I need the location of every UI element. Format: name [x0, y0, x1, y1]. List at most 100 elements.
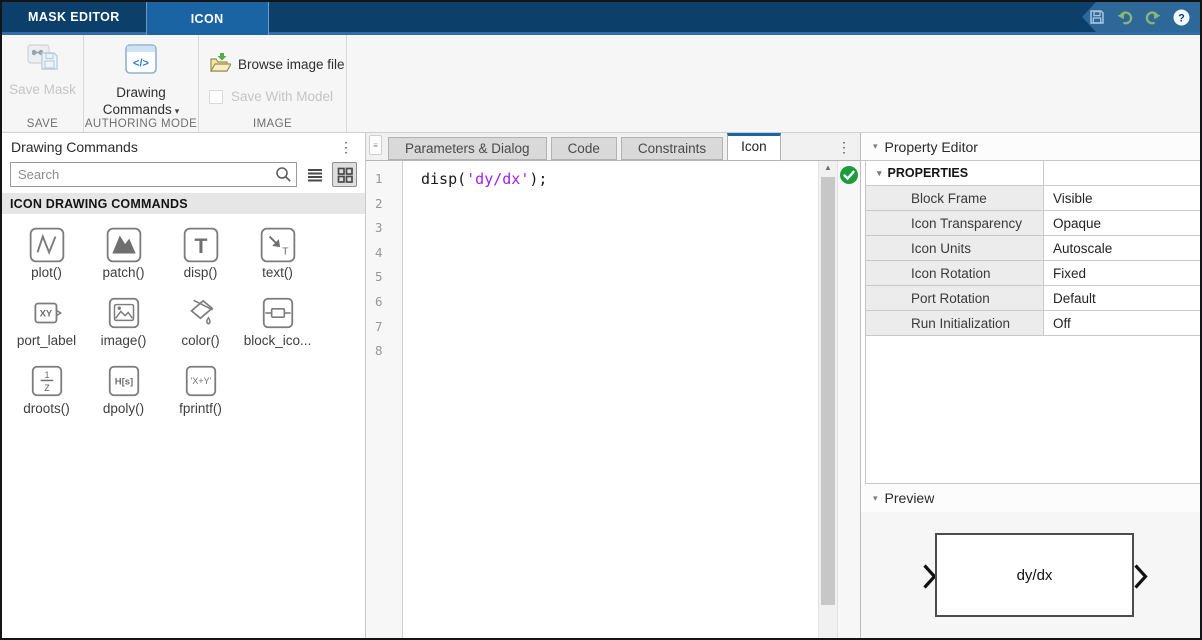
command-fprintf[interactable]: 'X+Y' fprintf(): [162, 362, 239, 416]
property-row-icon-rotation: Icon Rotation Fixed: [866, 261, 1200, 286]
properties-group-label: PROPERTIES: [888, 166, 969, 180]
tab-mask-editor[interactable]: MASK EDITOR: [2, 2, 146, 32]
fprintf-icon: 'X+Y': [182, 362, 220, 400]
svg-text:T: T: [282, 246, 289, 258]
save-mask-button[interactable]: Save Mask: [9, 43, 76, 97]
scrollbar-thumb[interactable]: [821, 177, 835, 605]
scroll-up-icon[interactable]: ▲: [819, 163, 837, 172]
mask-editor-window: MASK EDITOR ICON: [0, 0, 1202, 640]
collapse-triangle-icon: ▾: [877, 168, 882, 179]
property-row-block-frame: Block Frame Visible: [866, 186, 1200, 211]
icon-drawing-commands-header: ICON DRAWING COMMANDS: [2, 193, 365, 214]
collapse-triangle-icon: ▾: [873, 141, 878, 152]
property-editor-panel: ▾ Property Editor ▾ PROPERTIES Block Fra…: [860, 133, 1200, 638]
collapse-triangle-icon: ▾: [873, 493, 878, 504]
color-icon: [182, 294, 220, 332]
command-color[interactable]: color(): [162, 294, 239, 348]
tab-grip-icon[interactable]: ≡: [369, 135, 382, 155]
editor-tabbar: ≡ Parameters & Dialog Code Constraints I…: [366, 133, 860, 161]
save-mask-label: Save Mask: [9, 82, 76, 97]
svg-text:z: z: [44, 381, 50, 394]
svg-text:1: 1: [44, 370, 49, 381]
preview-block: dy/dx: [935, 533, 1134, 617]
preview-canvas: dy/dx: [861, 512, 1200, 638]
property-value[interactable]: Fixed: [1044, 261, 1200, 286]
ribbon: Save Mask SAVE </> Drawing Commands▾ AUT: [2, 35, 1200, 133]
section-label-save: SAVE: [2, 118, 83, 130]
tab-parameters-dialog[interactable]: Parameters & Dialog: [388, 137, 547, 160]
icon-code-editor-panel: ≡ Parameters & Dialog Code Constraints I…: [366, 133, 860, 638]
vertical-scrollbar[interactable]: ▲: [818, 161, 837, 638]
command-disp[interactable]: T disp(): [162, 226, 239, 280]
command-text[interactable]: T text(): [239, 226, 316, 280]
titlebar: MASK EDITOR ICON: [2, 2, 1200, 32]
tab-icon-editor[interactable]: Icon: [727, 133, 781, 161]
preview-header[interactable]: ▾ Preview: [861, 484, 1200, 512]
command-image[interactable]: image(): [85, 294, 162, 348]
drawing-commands-panel-title: Drawing Commands: [11, 139, 138, 155]
code-valid-check-icon: [839, 165, 859, 185]
code-editor[interactable]: disp('dy/dx');: [403, 161, 818, 638]
property-value[interactable]: Autoscale: [1044, 236, 1200, 261]
svg-text:'X+Y': 'X+Y': [190, 376, 211, 386]
command-plot[interactable]: plot(): [8, 226, 85, 280]
section-label-image: IMAGE: [199, 118, 346, 130]
grid-view-button[interactable]: [332, 162, 357, 187]
plot-icon: [28, 226, 66, 264]
redo-icon[interactable]: [1144, 8, 1162, 26]
browse-image-file-label: Browse image file: [238, 57, 345, 72]
svg-text:XY: XY: [39, 309, 52, 320]
image-icon: [105, 294, 143, 332]
browse-folder-icon: [209, 52, 231, 76]
block-icon-icon: [259, 294, 297, 332]
property-row-port-rotation: Port Rotation Default: [866, 286, 1200, 311]
property-value[interactable]: Opaque: [1044, 211, 1200, 236]
property-editor-header[interactable]: ▾ Property Editor: [861, 133, 1200, 161]
code-status-gutter: [837, 161, 860, 638]
panel-menu-icon[interactable]: ⋮: [339, 140, 353, 154]
command-patch[interactable]: patch(): [85, 226, 162, 280]
svg-text:H[s]: H[s]: [114, 377, 132, 388]
save-with-model-checkbox[interactable]: [209, 90, 223, 104]
property-value[interactable]: Default: [1044, 286, 1200, 311]
drawing-commands-icon: </>: [124, 43, 158, 80]
dropdown-caret-icon: ▾: [175, 106, 180, 116]
patch-icon: [105, 226, 143, 264]
save-with-model-label: Save With Model: [231, 89, 333, 104]
output-port-icon: [1133, 563, 1148, 595]
list-view-button[interactable]: [302, 162, 327, 187]
command-block-icon[interactable]: block_ico...: [239, 294, 316, 348]
drawing-commands-label: Drawing Commands▾: [103, 84, 180, 120]
save-mask-icon: [24, 43, 62, 78]
browse-image-file-button[interactable]: Browse image file: [209, 52, 345, 76]
code-line-1: disp('dy/dx');: [421, 167, 818, 192]
property-value[interactable]: Visible: [1044, 186, 1200, 211]
command-droots[interactable]: 1 z droots(): [8, 362, 85, 416]
property-table-empty-area: [865, 336, 1200, 484]
command-port-label[interactable]: XY port_label: [8, 294, 85, 348]
command-dpoly[interactable]: H[s] dpoly(): [85, 362, 162, 416]
properties-group-row[interactable]: ▾ PROPERTIES: [866, 161, 1200, 186]
property-row-icon-units: Icon Units Autoscale: [866, 236, 1200, 261]
property-value[interactable]: Off: [1044, 311, 1200, 336]
tabbar-menu-icon[interactable]: ⋮: [837, 140, 851, 154]
property-row-run-initialization: Run Initialization Off: [866, 311, 1200, 336]
text-icon: T: [259, 226, 297, 264]
tab-constraints[interactable]: Constraints: [621, 137, 723, 160]
preview-block-label: dy/dx: [1017, 567, 1053, 584]
save-icon[interactable]: [1088, 8, 1106, 26]
drawing-commands-dropdown-button[interactable]: </> Drawing Commands▾: [103, 43, 180, 120]
tab-icon[interactable]: ICON: [146, 2, 269, 35]
undo-icon[interactable]: [1116, 8, 1134, 26]
property-editor-title: Property Editor: [885, 139, 978, 155]
search-input[interactable]: [10, 162, 297, 187]
list-view-icon: [307, 168, 323, 182]
tab-code[interactable]: Code: [551, 137, 617, 160]
dpoly-icon: H[s]: [105, 362, 143, 400]
ribbon-section-image: Browse image file Save With Model IMAGE: [199, 35, 347, 132]
save-with-model-checkbox-row: Save With Model: [209, 89, 333, 104]
property-row-icon-transparency: Icon Transparency Opaque: [866, 211, 1200, 236]
help-icon[interactable]: ?: [1172, 8, 1190, 26]
command-grid: plot() patch() T disp(): [2, 214, 365, 416]
help-glyph: ?: [1178, 12, 1185, 24]
